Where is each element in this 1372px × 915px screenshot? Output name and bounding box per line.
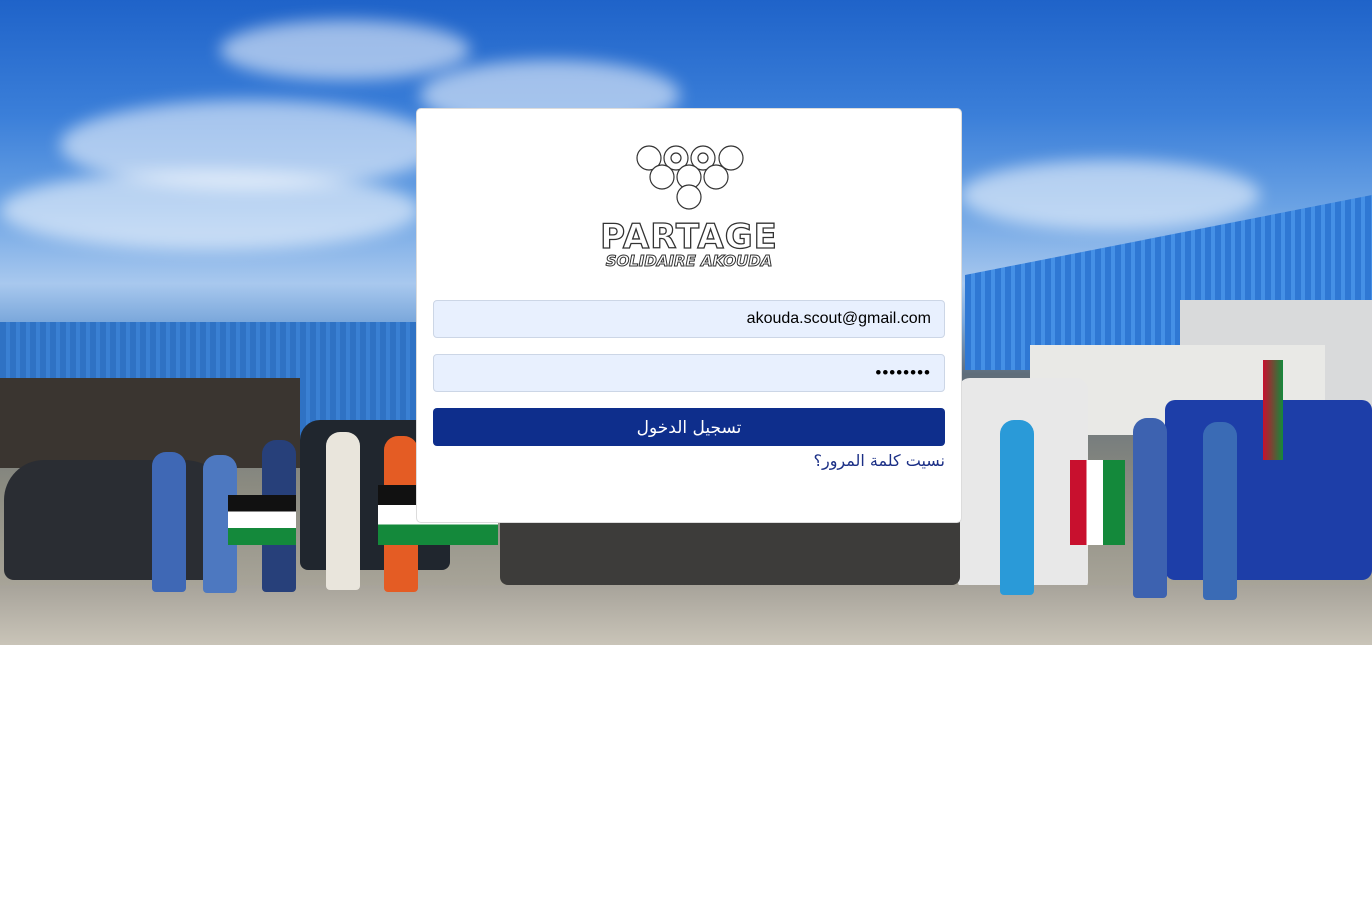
forgot-password-link[interactable]: نسيت كلمة المرور؟ <box>813 451 945 470</box>
login-card: PARTAGE SOLIDAIRE AKOUDA تسجيل الدخول نس… <box>416 108 962 523</box>
brand-logo: PARTAGE SOLIDAIRE AKOUDA <box>417 143 961 273</box>
brand-name-line2: SOLIDAIRE AKOUDA <box>605 252 773 271</box>
email-field[interactable] <box>433 300 945 338</box>
login-button[interactable]: تسجيل الدخول <box>433 408 945 446</box>
password-field[interactable] <box>433 354 945 392</box>
brand-name-line1: PARTAGE <box>599 217 778 257</box>
